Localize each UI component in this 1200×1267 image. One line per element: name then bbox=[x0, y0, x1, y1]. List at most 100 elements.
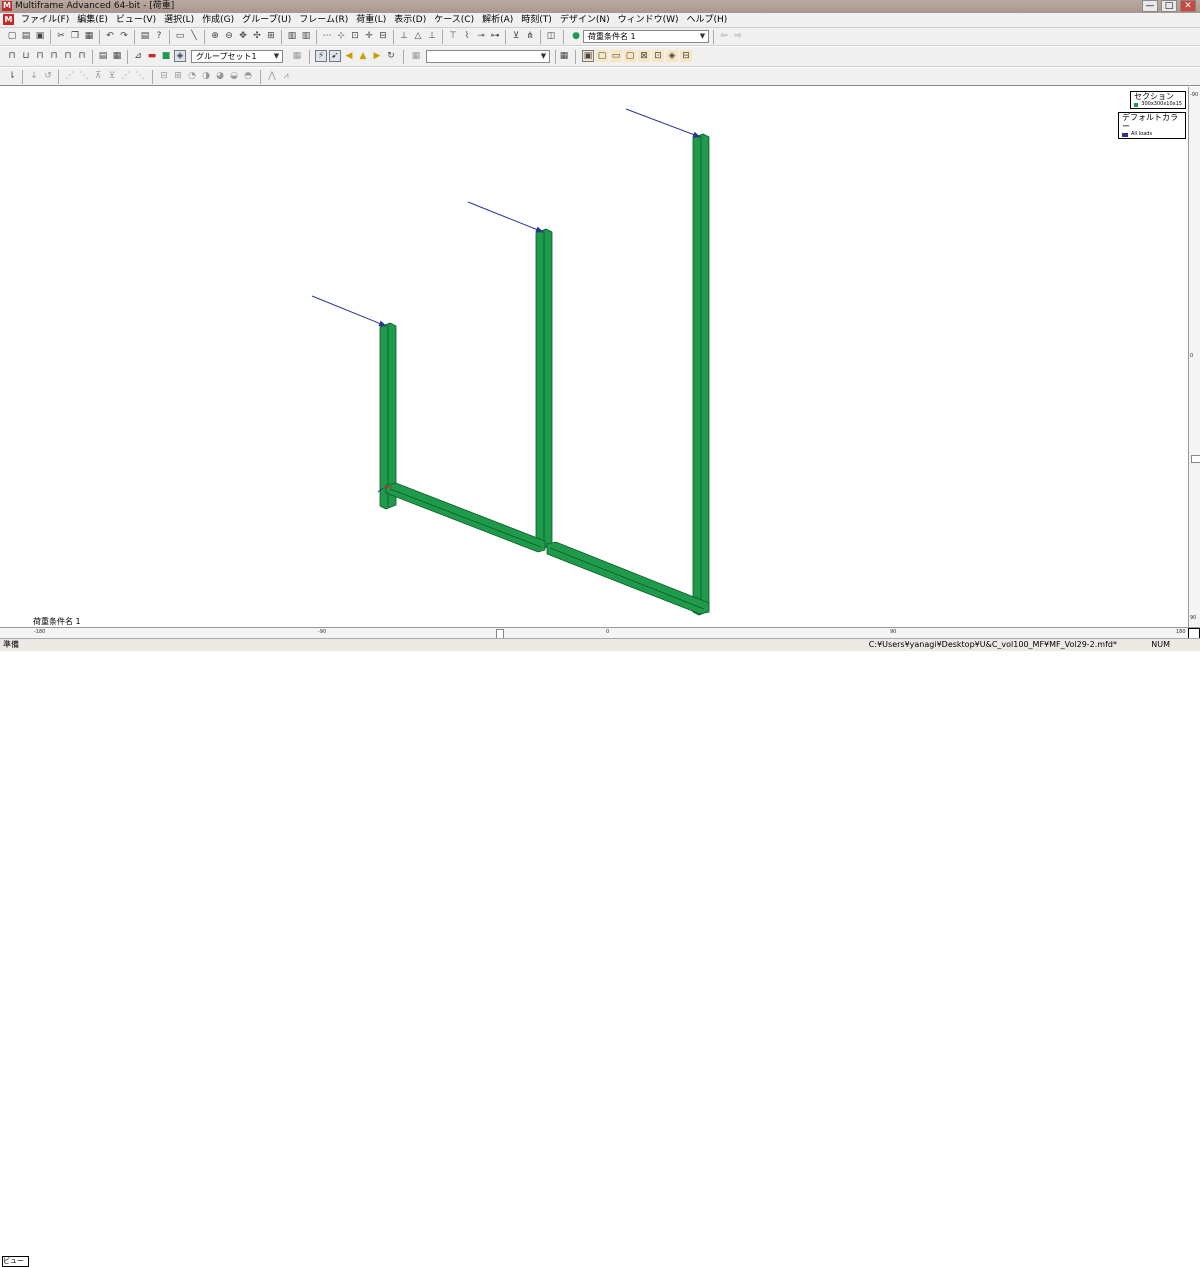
transform-3-icon[interactable]: ⊼ bbox=[92, 70, 104, 82]
select-member-icon[interactable]: ⊡ bbox=[349, 30, 361, 42]
link-icon[interactable]: ⊸ bbox=[475, 30, 487, 42]
fit-view-icon[interactable]: ⊞ bbox=[265, 30, 277, 42]
view-deflection-icon[interactable]: ⊔ bbox=[20, 50, 32, 62]
mirror-icon[interactable]: ⊟ bbox=[158, 70, 170, 82]
menu-case[interactable]: ケース(C) bbox=[430, 13, 478, 27]
load-left-icon[interactable]: ◀ bbox=[343, 50, 355, 62]
view-moment-icon[interactable]: ⊓ bbox=[62, 50, 74, 62]
transform-4-icon[interactable]: ⊻ bbox=[106, 70, 118, 82]
copy-member-icon[interactable]: ⊞ bbox=[172, 70, 184, 82]
menu-time[interactable]: 時刻(T) bbox=[517, 13, 556, 27]
design-settings-icon[interactable]: ⊟ bbox=[680, 50, 692, 62]
view-table-icon[interactable]: ▦ bbox=[111, 50, 123, 62]
window-frame-icon[interactable]: ▭ bbox=[174, 30, 186, 42]
design-optimize-icon[interactable]: ◈ bbox=[666, 50, 678, 62]
grid-columns-icon[interactable]: ▥ bbox=[300, 30, 312, 42]
support-roller-icon[interactable]: ⊥ bbox=[426, 30, 438, 42]
snap-grid-icon[interactable]: ⋯ bbox=[321, 30, 333, 42]
menu-create[interactable]: 作成(G) bbox=[198, 13, 238, 27]
group-set-select[interactable]: グループセット1 ▼ bbox=[191, 50, 283, 63]
next-case-icon[interactable]: ⇨ bbox=[732, 30, 744, 42]
offset-icon[interactable]: ⊶ bbox=[489, 30, 501, 42]
support-pinned-icon[interactable]: △ bbox=[412, 30, 424, 42]
app-icon[interactable]: M bbox=[2, 1, 12, 11]
cut-icon[interactable]: ✂ bbox=[55, 30, 67, 42]
support-fixed-icon[interactable]: ⊥ bbox=[398, 30, 410, 42]
render-section-icon[interactable]: ▬ bbox=[146, 50, 158, 62]
model-canvas[interactable]: セクション 300x300x10x15 デフォルトカラー All loads bbox=[0, 87, 1188, 627]
arc-5-icon[interactable]: ◓ bbox=[242, 70, 254, 82]
view-frame-icon[interactable]: ⊓ bbox=[6, 50, 18, 62]
zoom-in-icon[interactable]: ⊕ bbox=[209, 30, 221, 42]
transform-2-icon[interactable]: ⋱ bbox=[78, 70, 90, 82]
load-pointer-icon[interactable]: ➹ bbox=[329, 50, 341, 62]
menu-select[interactable]: 選択(L) bbox=[160, 13, 198, 27]
result-grid-icon[interactable]: ▦ bbox=[558, 50, 570, 62]
add-node-icon[interactable]: ✛ bbox=[363, 30, 375, 42]
load-arrow-1[interactable] bbox=[311, 295, 387, 327]
rotate-down-icon[interactable]: ↓ bbox=[28, 70, 40, 82]
render-solid-icon[interactable]: ■ bbox=[160, 50, 172, 62]
minimize-button[interactable]: — bbox=[1142, 0, 1158, 12]
arc-2-icon[interactable]: ◑ bbox=[200, 70, 212, 82]
pointer-icon[interactable]: ⇂ bbox=[6, 70, 18, 82]
select-node-icon[interactable]: ⊹ bbox=[335, 30, 347, 42]
render-wire-icon[interactable]: ⊿ bbox=[132, 50, 144, 62]
menu-analyze[interactable]: 解析(A) bbox=[478, 13, 517, 27]
maximize-button[interactable]: □ bbox=[1161, 0, 1177, 12]
add-member-icon[interactable]: ⊟ bbox=[377, 30, 389, 42]
print-icon[interactable]: ▤ bbox=[139, 30, 151, 42]
load-arrow-2[interactable] bbox=[467, 201, 544, 233]
save-icon[interactable]: ▣ bbox=[34, 30, 46, 42]
previous-case-icon[interactable]: ⇦ bbox=[718, 30, 730, 42]
design-member-icon[interactable]: ▢ bbox=[596, 50, 608, 62]
document-icon[interactable]: M bbox=[3, 14, 14, 25]
load-node-icon[interactable]: ⚡ bbox=[315, 50, 327, 62]
menu-view[interactable]: ビュー(V) bbox=[112, 13, 160, 27]
panel-icon[interactable]: ◫ bbox=[545, 30, 557, 42]
vruler-thumb[interactable] bbox=[1191, 455, 1200, 463]
table-icon[interactable]: ▦ bbox=[410, 50, 422, 62]
view-tab-button[interactable]: ビュー bbox=[2, 1256, 29, 1267]
load-right-icon[interactable]: ▶ bbox=[371, 50, 383, 62]
release-icon[interactable]: ⊤ bbox=[447, 30, 459, 42]
arc-3-icon[interactable]: ◕ bbox=[214, 70, 226, 82]
beam-1[interactable] bbox=[385, 482, 546, 553]
view-diagram-icon[interactable]: ⊓ bbox=[76, 50, 88, 62]
spring-icon[interactable]: ⌇ bbox=[461, 30, 473, 42]
column-1[interactable] bbox=[379, 322, 397, 510]
open-folder-icon[interactable]: ▤ bbox=[20, 30, 32, 42]
load-arrow-3[interactable] bbox=[625, 108, 701, 138]
node-load-icon[interactable]: ⊻ bbox=[510, 30, 522, 42]
help-icon[interactable]: ? bbox=[153, 30, 165, 42]
paste-icon[interactable]: ▦ bbox=[83, 30, 95, 42]
transform-1-icon[interactable]: ⋰ bbox=[64, 70, 76, 82]
truss-1-icon[interactable]: ⋀ bbox=[266, 70, 278, 82]
design-check-icon[interactable]: ▣ bbox=[582, 50, 594, 62]
undo-icon[interactable]: ↶ bbox=[104, 30, 116, 42]
beam-2[interactable] bbox=[546, 541, 710, 615]
redo-icon[interactable]: ↷ bbox=[118, 30, 130, 42]
design-table-icon[interactable]: ⊡ bbox=[652, 50, 664, 62]
design-report-icon[interactable]: ⊠ bbox=[638, 50, 650, 62]
menu-group[interactable]: グループ(U) bbox=[238, 13, 295, 27]
grid-table-icon[interactable]: ▥ bbox=[286, 30, 298, 42]
menu-display[interactable]: 表示(D) bbox=[390, 13, 430, 27]
arc-1-icon[interactable]: ◔ bbox=[186, 70, 198, 82]
design-group-icon[interactable]: ▭ bbox=[610, 50, 622, 62]
menu-window[interactable]: ウィンドウ(W) bbox=[614, 13, 683, 27]
view-forces-icon[interactable]: ⊓ bbox=[48, 50, 60, 62]
member-load-icon[interactable]: ⋔ bbox=[524, 30, 536, 42]
line-tool-icon[interactable]: ╲ bbox=[188, 30, 200, 42]
menu-file[interactable]: ファイル(F) bbox=[17, 13, 73, 27]
new-file-icon[interactable]: ▢ bbox=[6, 30, 18, 42]
load-down-icon[interactable]: ▲ bbox=[357, 50, 369, 62]
menu-edit[interactable]: 編集(E) bbox=[73, 13, 112, 27]
load-case-select[interactable]: 荷重条件名 1 ▼ bbox=[583, 30, 709, 43]
view-loads-icon[interactable]: ⊓ bbox=[34, 50, 46, 62]
menu-design[interactable]: デザイン(N) bbox=[556, 13, 614, 27]
zoom-out-icon[interactable]: ⊖ bbox=[223, 30, 235, 42]
design-section-icon[interactable]: ▢ bbox=[624, 50, 636, 62]
rotate-around-icon[interactable]: ↺ bbox=[42, 70, 54, 82]
arc-4-icon[interactable]: ◒ bbox=[228, 70, 240, 82]
